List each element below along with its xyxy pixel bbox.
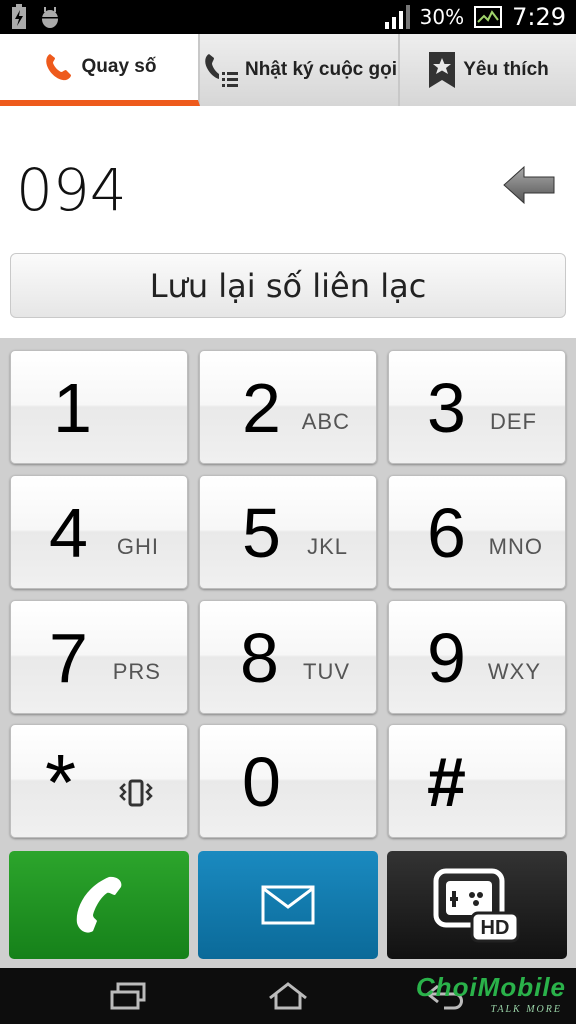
navigation-bar: ChoiMobile TALK MORE <box>0 968 576 1024</box>
key-letters: GHI <box>116 534 159 559</box>
tab-favorites-label: Yêu thích <box>463 59 549 80</box>
dial-keypad: 1 2 ABC 3 DEF 4 GHI 5 JKL 6 MNO 7 PRS 8 … <box>0 338 576 968</box>
android-debug-icon <box>42 7 58 28</box>
key-7[interactable]: 7 PRS <box>10 600 188 714</box>
vibrate-icon <box>119 779 153 807</box>
watermark-tagline: TALK MORE <box>490 1004 562 1015</box>
key-8[interactable]: 8 TUV <box>199 600 377 714</box>
key-digit: 3 <box>427 369 466 447</box>
envelope-icon <box>261 885 315 925</box>
battery-percent: 30% <box>419 5 465 29</box>
key-letters: PRS <box>112 659 161 684</box>
call-log-icon <box>205 54 238 87</box>
home-icon[interactable] <box>266 980 310 1012</box>
video-call-button[interactable]: HD <box>387 851 567 959</box>
key-0[interactable]: 0 <box>199 724 377 838</box>
key-5[interactable]: 5 JKL <box>199 475 377 589</box>
favorite-star-icon <box>429 52 456 88</box>
status-bar: 30% 7:29 <box>0 0 576 34</box>
key-digit: 0 <box>242 743 281 821</box>
key-digit: 2 <box>242 369 281 447</box>
key-6[interactable]: 6 MNO <box>388 475 566 589</box>
key-digit: 8 <box>240 619 279 697</box>
message-button[interactable] <box>198 851 378 959</box>
tab-bar: Quay số Nhật ký cuộc gọi Yêu thích <box>0 34 576 106</box>
key-digit: 7 <box>49 619 88 697</box>
number-display-area: 094 Lưu lại số liên lạc <box>0 106 576 338</box>
hd-badge: HD <box>481 917 510 939</box>
key-3[interactable]: 3 DEF <box>388 350 566 464</box>
key-letters: JKL <box>307 534 348 559</box>
key-9[interactable]: 9 WXY <box>388 600 566 714</box>
tab-dialer[interactable]: Quay số <box>0 34 200 106</box>
tab-call-log[interactable]: Nhật ký cuộc gọi <box>200 34 400 106</box>
key-digit: # <box>427 743 466 821</box>
key-digit: * <box>45 738 77 827</box>
gallery-icon <box>474 6 503 28</box>
video-hd-icon: HD <box>433 868 520 943</box>
tab-favorites[interactable]: Yêu thích <box>400 34 576 106</box>
key-2[interactable]: 2 ABC <box>199 350 377 464</box>
key-letters: MNO <box>488 534 543 559</box>
key-digit: 9 <box>427 619 466 697</box>
save-contact-button[interactable]: Lưu lại số liên lạc <box>10 253 566 318</box>
phone-icon <box>76 876 122 933</box>
dialed-number[interactable]: 094 <box>16 156 127 224</box>
charging-icon <box>12 4 26 29</box>
key-hash[interactable]: # <box>388 724 566 838</box>
recent-apps-icon[interactable] <box>108 980 148 1012</box>
watermark-logo: ChoiMobile <box>415 972 566 1002</box>
key-digit: 1 <box>53 369 92 447</box>
backspace-icon[interactable] <box>502 164 558 206</box>
tab-dialer-label: Quay số <box>81 56 157 77</box>
key-digit: 4 <box>49 494 88 572</box>
key-letters: DEF <box>490 409 537 434</box>
key-star[interactable]: * <box>10 724 188 838</box>
tab-call-log-label: Nhật ký cuộc gọi <box>244 59 398 80</box>
clock: 7:29 <box>512 3 566 31</box>
key-digit: 5 <box>242 494 281 572</box>
signal-icon <box>384 5 410 29</box>
phone-icon <box>45 54 71 81</box>
key-4[interactable]: 4 GHI <box>10 475 188 589</box>
call-button[interactable] <box>9 851 189 959</box>
key-1[interactable]: 1 <box>10 350 188 464</box>
key-letters: TUV <box>303 659 350 684</box>
key-digit: 6 <box>427 494 466 572</box>
key-letters: WXY <box>487 659 541 684</box>
key-letters: ABC <box>301 409 350 434</box>
